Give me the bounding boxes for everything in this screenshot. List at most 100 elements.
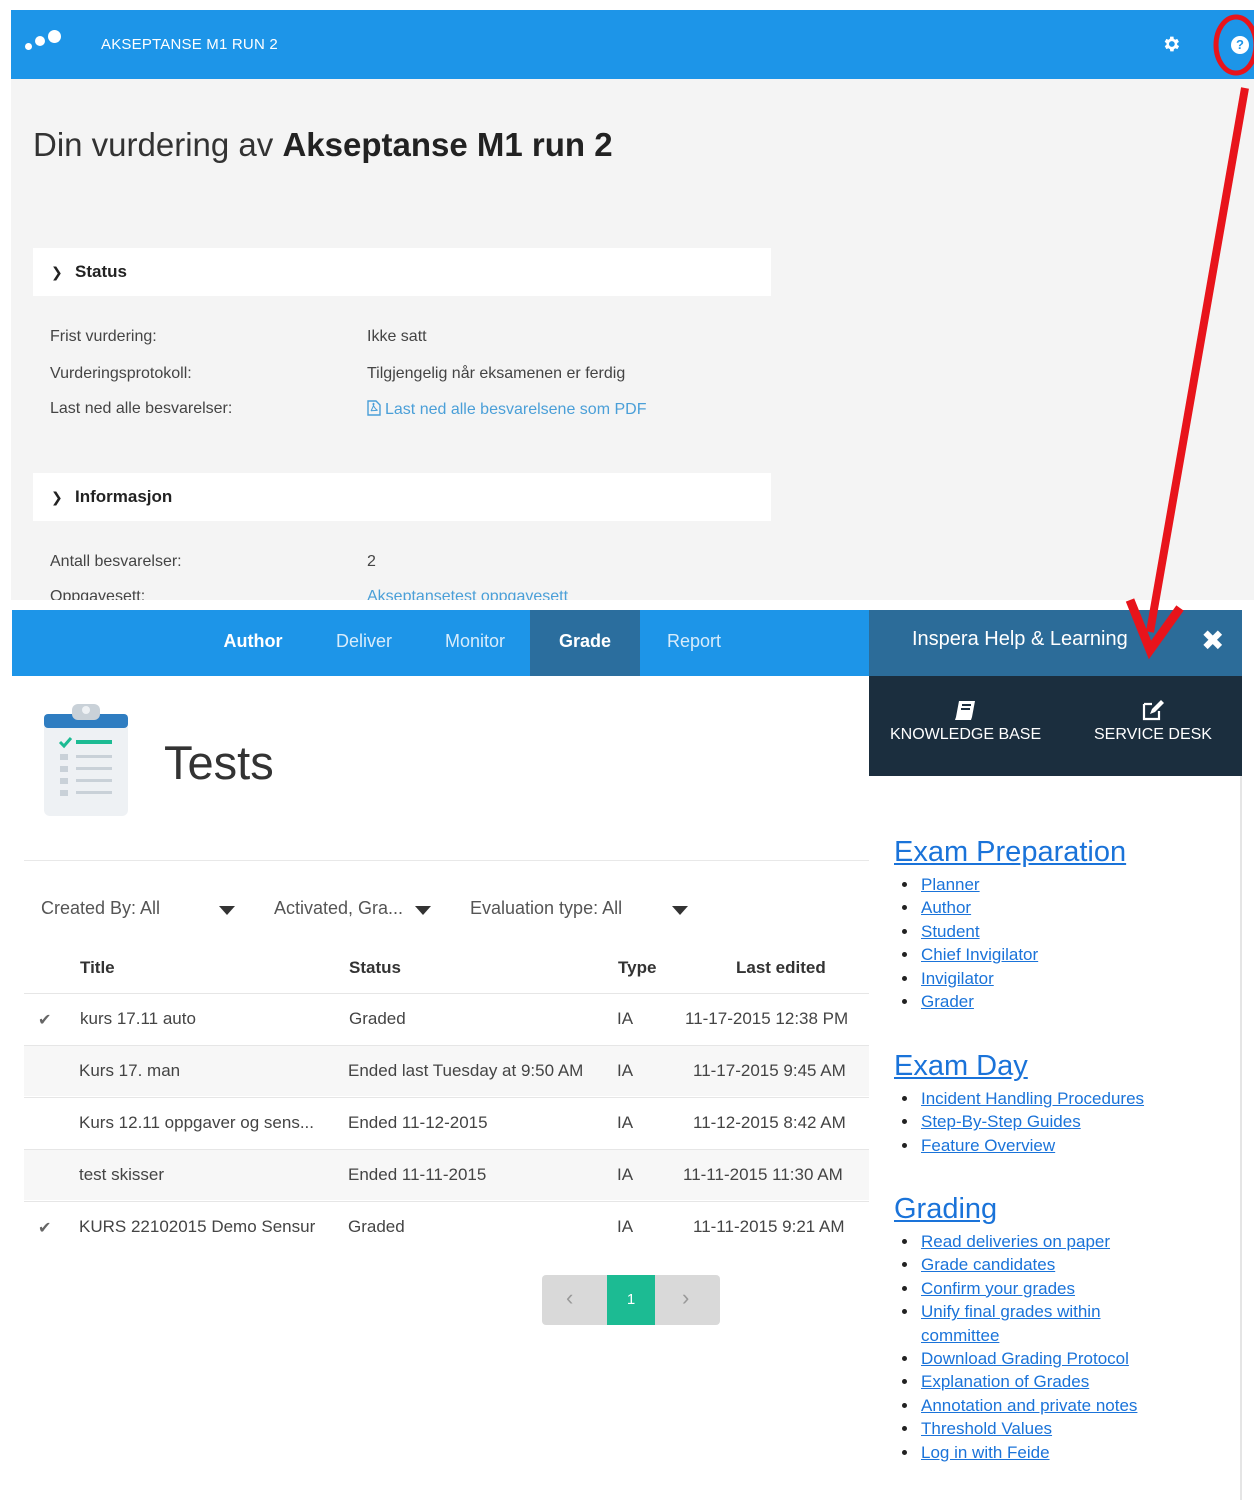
gear-icon[interactable]	[1161, 34, 1181, 54]
help-link[interactable]: Annotation and private notes	[919, 1394, 1199, 1417]
help-section-grading[interactable]: Grading	[894, 1193, 997, 1226]
caret-down-icon[interactable]	[415, 906, 431, 915]
created-by-filter[interactable]: Created By: All	[41, 898, 160, 919]
check-icon: ✔	[38, 1220, 52, 1237]
next-page-button[interactable]: ›	[682, 1285, 689, 1311]
main-nav: Author Deliver Monitor Grade Report	[12, 610, 870, 676]
help-link-list: Incident Handling Procedures Step-By-Ste…	[919, 1087, 1144, 1157]
help-panel-header: Inspera Help & Learning ✖	[869, 610, 1242, 676]
status-panel-title: Status	[75, 262, 127, 281]
nav-grade[interactable]: Grade	[530, 610, 640, 676]
row-status: Ended 11-12-2015	[348, 1113, 488, 1132]
help-link-list: Read deliveries on paper Grade candidate…	[919, 1230, 1199, 1464]
column-header-last-edited[interactable]: Last edited	[736, 958, 826, 978]
help-link[interactable]: Read deliveries on paper	[919, 1230, 1199, 1253]
help-link[interactable]: Grader	[919, 990, 1038, 1013]
page-title-prefix: Din vurdering av	[33, 126, 274, 163]
row-type: IA	[617, 1217, 634, 1236]
caret-down-icon[interactable]	[672, 906, 688, 915]
row-type: IA	[617, 1061, 634, 1080]
help-link[interactable]: Unify final grades within committee	[919, 1300, 1149, 1347]
tests-screenshot: Author Deliver Monitor Grade Report Test…	[12, 610, 1242, 1500]
question-set-label: Oppgavesett:	[50, 588, 146, 600]
status-panel-header[interactable]: ❯ Status	[33, 248, 771, 296]
download-pdf-link-text[interactable]: Last ned alle besvarelsene som PDF	[385, 401, 646, 418]
help-link[interactable]: Planner	[919, 873, 1038, 896]
row-last-edited: 11-17-2015 9:45 AM	[693, 1061, 846, 1080]
deadline-value: Ikke satt	[367, 328, 427, 345]
previous-page-button[interactable]: ‹	[566, 1285, 573, 1311]
help-link[interactable]: Step-By-Step Guides	[919, 1110, 1144, 1133]
info-panel-title: Informasjon	[75, 487, 173, 506]
question-set-link[interactable]: Akseptansetest oppgavesett	[367, 588, 568, 600]
help-link[interactable]: Log in with Feide	[919, 1441, 1199, 1464]
table-row[interactable]: Kurs 12.11 oppgaver og sens... Ended 11-…	[24, 1097, 870, 1148]
pdf-file-icon	[367, 400, 381, 416]
help-link[interactable]: Author	[919, 896, 1038, 919]
help-section-exam-day[interactable]: Exam Day	[894, 1050, 1028, 1083]
nav-author[interactable]: Author	[202, 610, 304, 676]
download-pdf-link[interactable]: Last ned alle besvarelsene som PDF	[367, 400, 646, 419]
help-link[interactable]: Grade candidates	[919, 1253, 1199, 1276]
nav-monitor[interactable]: Monitor	[424, 610, 526, 676]
help-link[interactable]: Incident Handling Procedures	[919, 1087, 1144, 1110]
chevron-down-icon: ❯	[51, 489, 63, 505]
download-label: Last ned alle besvarelser:	[50, 400, 233, 417]
protocol-label: Vurderingsprotokoll:	[50, 365, 192, 382]
help-link[interactable]: Confirm your grades	[919, 1277, 1199, 1300]
service-desk-button[interactable]: SERVICE DESK	[1094, 698, 1212, 744]
table-row[interactable]: Kurs 17. man Ended last Tuesday at 9:50 …	[24, 1045, 870, 1096]
row-last-edited: 11-12-2015 8:42 AM	[693, 1113, 846, 1132]
table-row[interactable]: ✔ KURS 22102015 Demo Sensur Graded IA 11…	[24, 1201, 870, 1252]
row-title[interactable]: KURS 22102015 Demo Sensur	[79, 1217, 315, 1237]
table-row[interactable]: ✔ kurs 17.11 auto Graded IA 11-17-2015 1…	[24, 993, 870, 1044]
divider	[24, 860, 870, 861]
column-header-title[interactable]: Title	[80, 958, 115, 978]
help-icon[interactable]: ?	[1231, 36, 1249, 54]
page-1-button[interactable]: 1	[607, 1275, 655, 1325]
column-header-status[interactable]: Status	[349, 958, 401, 978]
assessment-screenshot: AKSEPTANSE M1 RUN 2 ? Din vurdering av A…	[11, 10, 1254, 600]
help-link[interactable]: Threshold Values	[919, 1417, 1199, 1440]
help-link[interactable]: Explanation of Grades	[919, 1370, 1199, 1393]
help-section-exam-preparation[interactable]: Exam Preparation	[894, 836, 1126, 869]
status-filter[interactable]: Activated, Gra...	[274, 898, 403, 919]
nav-deliver[interactable]: Deliver	[316, 610, 412, 676]
row-type: IA	[617, 1009, 634, 1028]
row-title[interactable]: kurs 17.11 auto	[80, 1009, 196, 1029]
row-last-edited: 11-11-2015 11:30 AM	[683, 1165, 843, 1184]
help-panel-body: Exam Preparation Planner Author Student …	[869, 776, 1242, 1500]
help-panel: Inspera Help & Learning ✖ KNOWLEDGE BASE…	[869, 610, 1242, 1500]
clipboard-icon	[44, 704, 128, 816]
row-title[interactable]: Kurs 17. man	[79, 1061, 180, 1081]
help-link[interactable]: Invigilator	[919, 967, 1038, 990]
column-header-type[interactable]: Type	[618, 958, 656, 978]
deadline-label: Frist vurdering:	[50, 328, 157, 345]
help-link[interactable]: Feature Overview	[919, 1134, 1144, 1157]
nav-report[interactable]: Report	[648, 610, 740, 676]
service-desk-label: SERVICE DESK	[1094, 726, 1212, 743]
help-link[interactable]: Download Grading Protocol	[919, 1347, 1199, 1370]
check-icon: ✔	[38, 1012, 52, 1029]
help-link[interactable]: Chief Invigilator	[919, 943, 1038, 966]
row-title[interactable]: Kurs 12.11 oppgaver og sens...	[79, 1113, 314, 1133]
row-type: IA	[617, 1113, 634, 1132]
table-row[interactable]: test skisser Ended 11-11-2015 IA 11-11-2…	[24, 1149, 870, 1200]
row-title[interactable]: test skisser	[79, 1165, 164, 1185]
caret-down-icon[interactable]	[219, 906, 235, 915]
evaluation-type-filter[interactable]: Evaluation type: All	[470, 898, 622, 919]
protocol-value: Tilgjengelig når eksamenen er ferdig	[367, 365, 626, 382]
row-status: Ended last Tuesday at 9:50 AM	[348, 1061, 584, 1080]
inspera-logo-icon[interactable]	[23, 30, 63, 60]
row-type: IA	[617, 1165, 634, 1184]
tests-page-title: Tests	[164, 736, 274, 789]
close-icon[interactable]: ✖	[1201, 624, 1224, 657]
row-status: Ended 11-11-2015	[348, 1165, 487, 1184]
info-panel-header[interactable]: ❯ Informasjon	[33, 473, 771, 521]
row-last-edited: 11-17-2015 12:38 PM	[685, 1009, 849, 1028]
row-status: Graded	[348, 1217, 405, 1236]
edit-icon	[1142, 700, 1164, 721]
knowledge-base-button[interactable]: KNOWLEDGE BASE	[890, 698, 1041, 744]
help-link[interactable]: Student	[919, 920, 1038, 943]
help-panel-title: Inspera Help & Learning	[912, 628, 1128, 650]
